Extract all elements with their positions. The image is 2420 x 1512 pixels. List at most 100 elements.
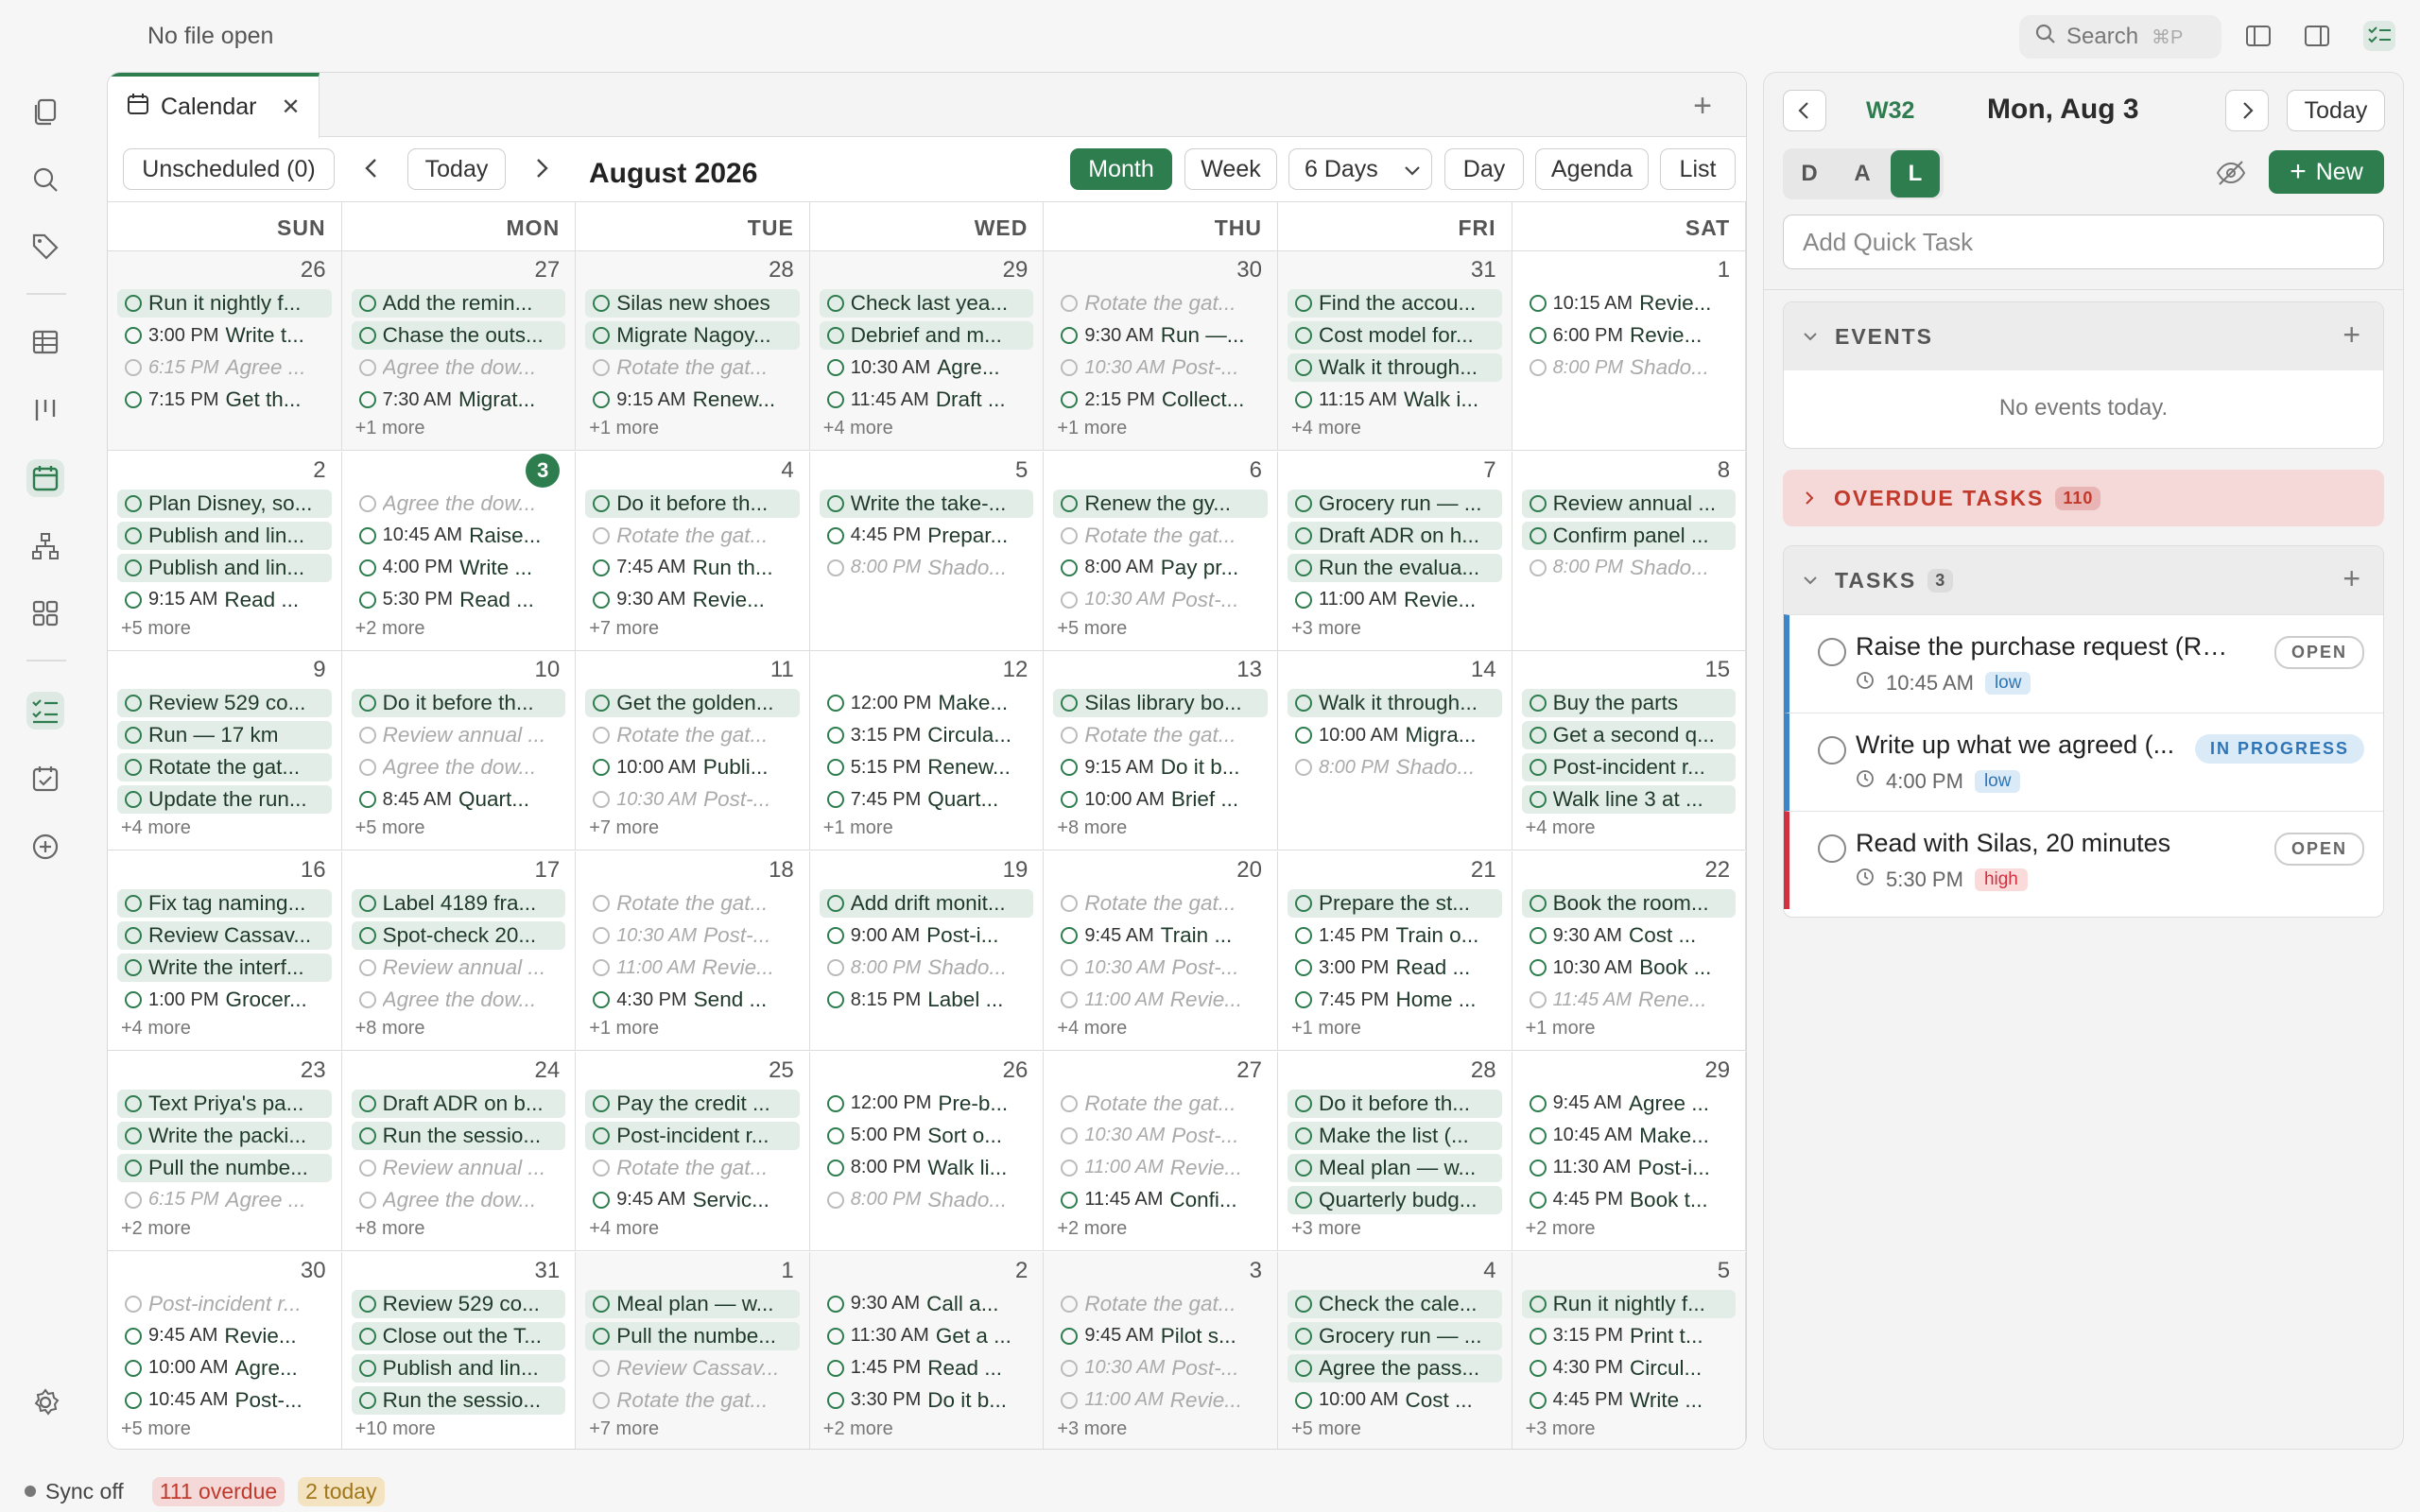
day-cell[interactable]: 16 Fix tag naming... Review Cassav... Write…: [108, 851, 342, 1051]
sync-status[interactable]: Sync off: [45, 1479, 124, 1504]
calendar-event[interactable]: 10:30 AM Post-...: [1053, 586, 1268, 614]
view-agenda-button[interactable]: Agenda: [1535, 148, 1649, 190]
task-circle-icon[interactable]: [826, 1391, 844, 1409]
calendar-event[interactable]: 11:15 AM Walk i...: [1288, 386, 1502, 414]
task-circle-icon[interactable]: [125, 1159, 142, 1177]
day-cell[interactable]: 20 Rotate the gat... 9:45 AM Train ... 10:30…: [1044, 851, 1278, 1051]
calendar-event[interactable]: Rotate the gat...: [585, 721, 800, 749]
task-circle-icon[interactable]: [1294, 295, 1312, 312]
day-cell[interactable]: 31 Find the accou... Cost model for... Walk…: [1277, 251, 1512, 450]
task-circle-icon[interactable]: [125, 959, 142, 977]
calendar-event[interactable]: Agree the dow...: [352, 1186, 566, 1214]
task-circle-icon[interactable]: [125, 295, 142, 312]
calendar-event[interactable]: 11:30 AM Post-i...: [1522, 1154, 1737, 1182]
task-circle-icon[interactable]: [1061, 695, 1079, 713]
day-number[interactable]: 30: [1053, 257, 1268, 285]
calendar-event[interactable]: Walk it through...: [1287, 353, 1502, 382]
day-cell[interactable]: 5 Run it nightly f... 3:15 PM Print t... 4:3…: [1512, 1251, 1746, 1449]
task-circle-icon[interactable]: [1061, 359, 1079, 376]
task-item[interactable]: Raise the purchase request (Rota... 10:45…: [1784, 614, 2383, 713]
calendar-event[interactable]: 8:00 PM Walk li...: [820, 1154, 1034, 1182]
calendar-event[interactable]: Post-incident r...: [585, 1121, 800, 1150]
calendar-event[interactable]: Review annual ...: [1521, 489, 1737, 518]
task-circle-icon[interactable]: [593, 359, 611, 376]
day-cell[interactable]: 25 Pay the credit ... Post-incident r... Ro…: [576, 1051, 810, 1250]
day-number[interactable]: 30: [117, 1258, 332, 1286]
task-circle-icon[interactable]: [358, 526, 376, 544]
task-circle-icon[interactable]: [125, 327, 142, 344]
calendar-event[interactable]: Meal plan — w...: [1287, 1153, 1502, 1182]
task-circle-icon[interactable]: [358, 494, 376, 512]
task-circle-icon[interactable]: [1529, 1295, 1547, 1313]
task-circle-icon[interactable]: [593, 327, 611, 344]
task-circle-icon[interactable]: [826, 927, 844, 945]
task-circle-icon[interactable]: [593, 727, 611, 745]
calendar-event[interactable]: 10:30 AM Post-...: [1053, 1122, 1268, 1150]
calendar-event[interactable]: 8:00 PM Shado...: [1288, 753, 1502, 782]
calendar-event[interactable]: 8:00 PM Shado...: [1522, 554, 1737, 582]
task-circle-icon[interactable]: [1529, 791, 1547, 809]
day-number[interactable]: 9: [117, 657, 332, 685]
task-circle-icon[interactable]: [1529, 327, 1547, 344]
day-cell[interactable]: 31 Review 529 co... Close out the T... Publ…: [342, 1251, 577, 1449]
calendar-event[interactable]: 9:45 AM Agree ...: [1522, 1090, 1737, 1118]
calendar-check-icon[interactable]: [26, 760, 64, 798]
day-number[interactable]: 11: [585, 657, 800, 685]
more-link[interactable]: +2 more: [1053, 1218, 1268, 1240]
search-ribbon-icon[interactable]: [26, 161, 64, 198]
day-cell[interactable]: 14 Walk it through... 10:00 AM Migra... 8:00…: [1278, 651, 1512, 850]
task-circle-icon[interactable]: [593, 1391, 611, 1409]
calendar-event[interactable]: 10:00 AM Publi...: [585, 753, 800, 782]
day-number[interactable]: 1: [1522, 257, 1737, 285]
calendar-event[interactable]: Run it nightly f...: [117, 289, 332, 318]
calendar-event[interactable]: 7:30 AM Migrat...: [352, 386, 566, 414]
task-circle-icon[interactable]: [1061, 558, 1079, 576]
calendar-event[interactable]: Pay the credit ...: [585, 1089, 800, 1118]
task-circle-icon[interactable]: [125, 1327, 142, 1345]
day-number[interactable]: 1: [585, 1258, 800, 1286]
day-number[interactable]: 14: [1288, 657, 1502, 685]
calendar-event[interactable]: Rotate the gat...: [1053, 1290, 1268, 1318]
calendar-event[interactable]: Grocery run — ...: [1287, 489, 1502, 518]
task-circle-icon[interactable]: [358, 1191, 376, 1209]
task-circle-icon[interactable]: [358, 959, 376, 977]
day-number[interactable]: 27: [1053, 1057, 1268, 1086]
more-link[interactable]: +7 more: [585, 1418, 800, 1440]
day-cell[interactable]: 23 Text Priya's pa... Write the packi... Pu…: [108, 1051, 342, 1250]
more-link[interactable]: +4 more: [117, 1018, 332, 1040]
day-cell[interactable]: 7 Grocery run — ... Draft ADR on h... Run t…: [1278, 451, 1512, 650]
day-number[interactable]: 2: [820, 1258, 1034, 1286]
calendar-event[interactable]: 10:30 AM Post-...: [585, 785, 800, 814]
task-circle-icon[interactable]: [593, 1295, 611, 1313]
more-link[interactable]: +3 more: [1288, 1218, 1502, 1240]
calendar-event[interactable]: 9:45 AM Train ...: [1053, 921, 1268, 950]
calendar-event[interactable]: Write the interf...: [117, 954, 332, 983]
more-link[interactable]: +8 more: [1053, 817, 1268, 839]
task-circle-icon[interactable]: [358, 927, 376, 945]
calendar-event[interactable]: 9:30 AM Run —...: [1053, 321, 1268, 350]
quick-task-input[interactable]: Add Quick Task: [1783, 215, 2384, 269]
tag-icon[interactable]: [26, 228, 64, 266]
more-link[interactable]: +4 more: [1522, 817, 1737, 839]
calendar-event[interactable]: 9:45 AM Pilot s...: [1053, 1322, 1268, 1350]
calendar-event[interactable]: Spot-check 20...: [351, 921, 566, 951]
calendar-event[interactable]: Run — 17 km: [117, 721, 332, 750]
calendar-event[interactable]: Get the golden...: [585, 689, 800, 718]
calendar-event[interactable]: 10:00 AM Brief ...: [1053, 785, 1268, 814]
task-circle-icon[interactable]: [1294, 1126, 1312, 1144]
calendar-event[interactable]: Publish and lin...: [117, 553, 332, 582]
task-circle-icon[interactable]: [826, 759, 844, 777]
calendar-event[interactable]: Cost model for...: [1287, 321, 1502, 350]
calendar-event[interactable]: 5:30 PM Read ...: [352, 586, 566, 614]
task-circle-icon[interactable]: [593, 1191, 611, 1209]
calendar-ribbon-icon[interactable]: [26, 459, 64, 497]
add-task-icon[interactable]: +: [2342, 561, 2362, 596]
task-circle-icon[interactable]: [1061, 1159, 1079, 1177]
calendar-event[interactable]: Write the packi...: [117, 1121, 332, 1150]
day-cell[interactable]: 29 Check last yea... Debrief and m... 10:30…: [809, 251, 1045, 450]
calendar-event[interactable]: 10:15 AM Revie...: [1522, 289, 1737, 318]
more-link[interactable]: +4 more: [117, 817, 332, 839]
calendar-event[interactable]: Review 529 co...: [117, 689, 332, 718]
task-list-icon[interactable]: [26, 692, 64, 730]
more-link[interactable]: +2 more: [117, 1218, 332, 1240]
